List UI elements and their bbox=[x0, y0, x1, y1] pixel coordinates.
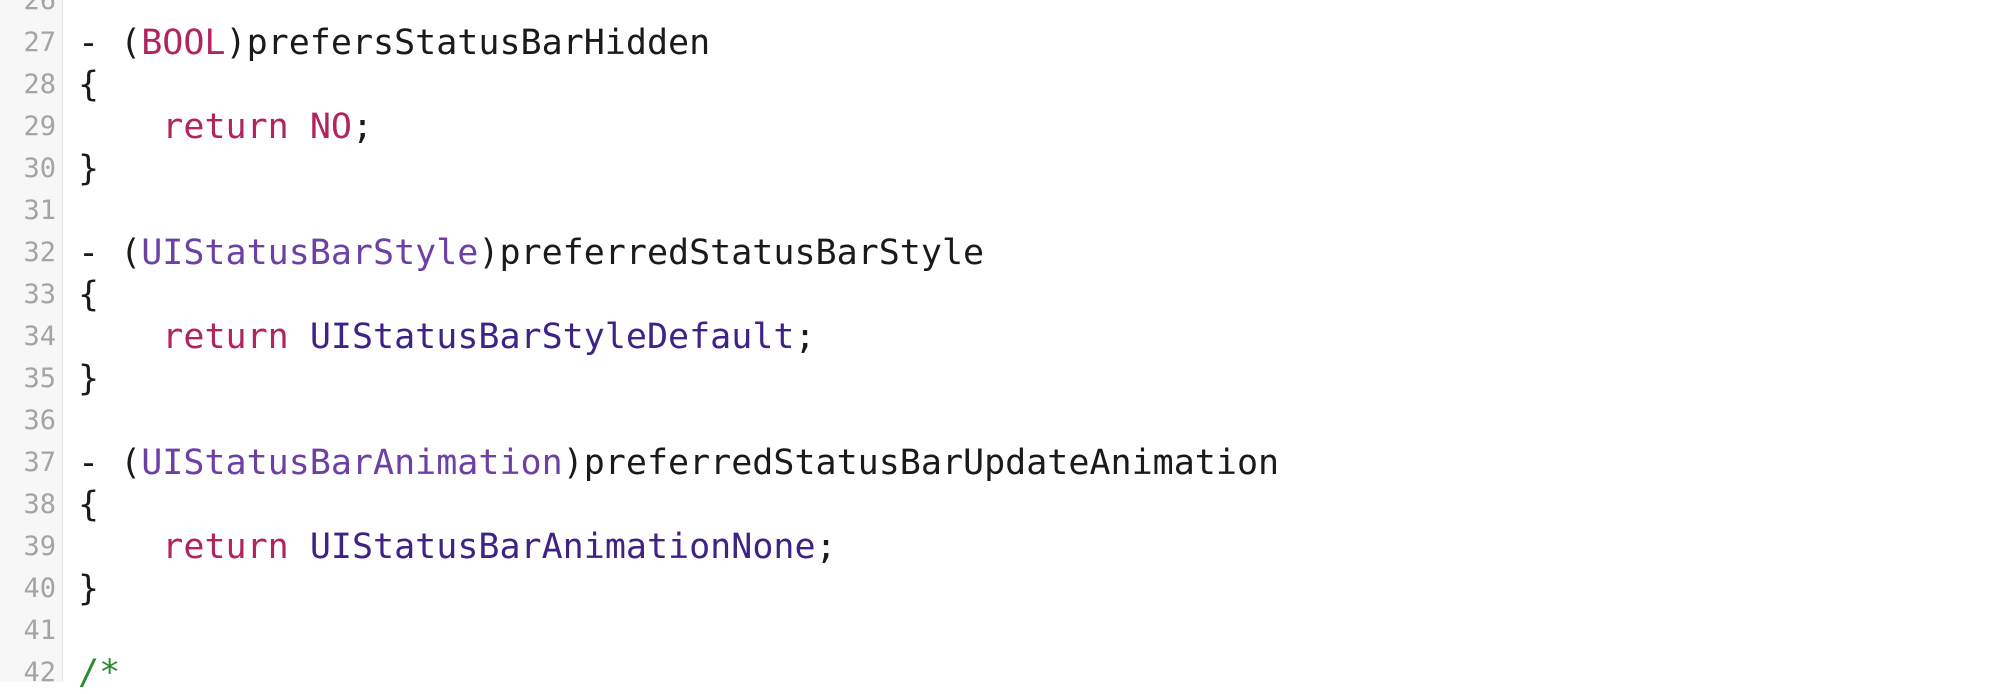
line-number: 28 bbox=[23, 69, 56, 100]
code-token: ; bbox=[815, 527, 837, 567]
code-token: BOOL bbox=[141, 23, 226, 63]
code-editor[interactable]: 26 27- (BOOL)prefersStatusBarHidden 28{29 … bbox=[0, 0, 1998, 693]
code-token: )preferredStatusBarStyle bbox=[478, 233, 985, 273]
code-token: /* bbox=[78, 653, 121, 693]
code-token: { bbox=[78, 275, 100, 315]
line-number: 42 bbox=[23, 657, 56, 688]
code-token: return bbox=[162, 317, 289, 357]
line-number: 38 bbox=[23, 489, 56, 520]
code-token: - ( bbox=[78, 443, 142, 483]
code-token: UIStatusBarStyleDefault bbox=[309, 317, 795, 357]
line-code: return NO; bbox=[78, 106, 373, 148]
code-line[interactable]: 33 { bbox=[0, 274, 1998, 316]
line-code: { bbox=[78, 484, 99, 526]
code-token: { bbox=[78, 65, 100, 105]
line-code: } bbox=[78, 568, 99, 610]
code-token: ; bbox=[794, 317, 816, 357]
line-number: 36 bbox=[23, 405, 56, 436]
line-number: 40 bbox=[23, 573, 56, 604]
line-number: 39 bbox=[23, 531, 56, 562]
line-code: /* bbox=[78, 652, 120, 694]
code-token: NO bbox=[309, 107, 352, 147]
code-token: UIStatusBarAnimationNone bbox=[309, 527, 816, 567]
code-token: { bbox=[78, 485, 100, 525]
code-line[interactable]: 30} bbox=[0, 148, 1998, 190]
code-line[interactable]: 32 - (UIStatusBarStyle)preferredStatusBar… bbox=[0, 232, 1998, 274]
code-token: return bbox=[162, 107, 289, 147]
code-line[interactable]: 38 { bbox=[0, 484, 1998, 526]
line-number: 33 bbox=[23, 279, 56, 310]
line-code: { bbox=[78, 64, 99, 106]
code-line[interactable]: 42 /* bbox=[0, 652, 1998, 694]
code-line[interactable]: 34 return UIStatusBarStyleDefault; bbox=[0, 316, 1998, 358]
code-line[interactable]: 39 return UIStatusBarAnimationNone; bbox=[0, 526, 1998, 568]
code-line[interactable]: 37 - (UIStatusBarAnimation)preferredStatu… bbox=[0, 442, 1998, 484]
code-line[interactable]: 36 bbox=[0, 400, 1998, 442]
line-number: 29 bbox=[23, 111, 56, 142]
line-code: - (BOOL)prefersStatusBarHidden bbox=[78, 22, 710, 64]
code-line[interactable]: 35} bbox=[0, 358, 1998, 400]
line-number: 41 bbox=[23, 615, 56, 646]
code-line[interactable]: 28 { bbox=[0, 64, 1998, 106]
line-code: } bbox=[78, 148, 99, 190]
line-code: - (UIStatusBarStyle)preferredStatusBarSt… bbox=[78, 232, 984, 274]
code-token: } bbox=[78, 359, 100, 399]
code-token: ; bbox=[351, 107, 374, 147]
code-token: )preferredStatusBarUpdateAnimation bbox=[562, 443, 1280, 483]
line-code: return UIStatusBarStyleDefault; bbox=[78, 316, 816, 358]
line-number: 32 bbox=[23, 237, 56, 268]
code-token: } bbox=[78, 569, 100, 609]
line-number: 31 bbox=[23, 195, 56, 226]
code-line[interactable]: 27 - (BOOL)prefersStatusBarHidden bbox=[0, 22, 1998, 64]
line-number: 30 bbox=[23, 153, 56, 184]
code-token: - ( bbox=[78, 23, 142, 63]
code-token: return bbox=[162, 527, 289, 567]
line-code: return UIStatusBarAnimationNone; bbox=[78, 526, 837, 568]
code-line[interactable]: 26 bbox=[0, 0, 1998, 22]
line-number: 34 bbox=[23, 321, 56, 352]
code-token: )prefersStatusBarHidden bbox=[225, 23, 711, 63]
line-number: 37 bbox=[23, 447, 56, 478]
code-line[interactable]: 29 return NO; bbox=[0, 106, 1998, 148]
code-token: UIStatusBarAnimation bbox=[141, 443, 563, 483]
code-line[interactable]: 40} bbox=[0, 568, 1998, 610]
line-code: - (UIStatusBarAnimation)preferredStatusB… bbox=[78, 442, 1279, 484]
line-code: { bbox=[78, 274, 99, 316]
code-token: } bbox=[78, 149, 100, 189]
code-token: UIStatusBarStyle bbox=[141, 233, 479, 273]
code-token: - ( bbox=[78, 233, 142, 273]
code-line[interactable]: 41 bbox=[0, 610, 1998, 652]
line-code: } bbox=[78, 358, 99, 400]
code-line[interactable]: 31 bbox=[0, 190, 1998, 232]
line-number: 26 bbox=[23, 0, 56, 16]
line-number: 35 bbox=[23, 363, 56, 394]
line-number: 27 bbox=[23, 27, 56, 58]
